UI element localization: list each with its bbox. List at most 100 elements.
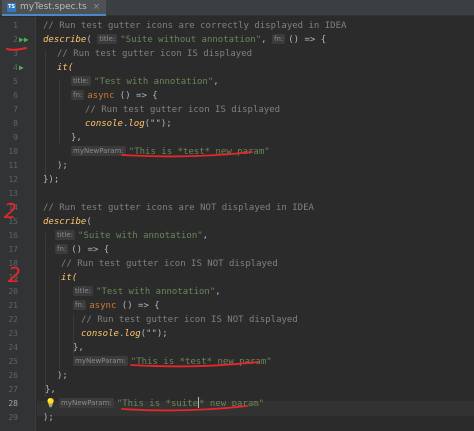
- indent-guide: [59, 275, 60, 369]
- code-line-28[interactable]: myNewParam: "This is *suite* new param": [59, 397, 264, 411]
- line-number: 10: [8, 147, 18, 156]
- editor-tab-bar: TS myTest.spec.ts ×: [0, 0, 474, 16]
- code-line-14[interactable]: // Run test gutter icons are NOT display…: [43, 201, 314, 215]
- run-test-icon[interactable]: ▶: [19, 62, 24, 74]
- line-number: 26: [8, 371, 18, 380]
- line-number: 7: [13, 105, 18, 114]
- closing-paren: );: [43, 413, 54, 423]
- code-line-7[interactable]: // Run test gutter icon IS displayed: [85, 103, 280, 117]
- param-hint-mynewparam: myNewParam:: [73, 356, 128, 366]
- line-number: 4: [13, 63, 18, 72]
- closing-brace: },: [45, 385, 56, 395]
- code-line-12[interactable]: });: [43, 173, 59, 187]
- indent-guide: [59, 79, 60, 143]
- describe-call: describe: [43, 35, 87, 45]
- log-method: log: [124, 329, 141, 339]
- param-hint-title: title:: [73, 286, 94, 296]
- line-number: 21: [8, 301, 18, 310]
- code-line-25[interactable]: myNewParam: "This is *test* new param": [73, 355, 272, 369]
- line-number: 14: [8, 203, 18, 212]
- line-number: 17: [8, 245, 18, 254]
- code-line-20[interactable]: title: "Test with annotation",: [73, 285, 221, 299]
- indent-guide: [45, 51, 46, 177]
- line-number: 15: [8, 217, 18, 226]
- string-literal: "Suite with annotation": [78, 231, 203, 241]
- paren: (: [86, 35, 92, 45]
- closing-paren: );: [57, 371, 68, 381]
- line-number: 1: [13, 21, 18, 30]
- closing-brace: },: [73, 343, 84, 353]
- code-line-24[interactable]: },: [73, 341, 84, 355]
- string-literal: "Test with annotation": [96, 287, 216, 297]
- string-literal: "This is *test* new param": [128, 147, 270, 157]
- describe-call: describe: [43, 217, 87, 227]
- closing-paren: );: [57, 161, 68, 171]
- log-method: log: [128, 119, 145, 129]
- line-number: 23: [8, 329, 18, 338]
- code-line-17[interactable]: fn:() => {: [55, 243, 109, 257]
- closing-brace: },: [71, 133, 82, 143]
- console-object: console: [81, 329, 119, 339]
- line-number: 12: [8, 175, 18, 184]
- line-number: 6: [13, 91, 18, 100]
- it-call: it(: [61, 273, 78, 283]
- param-hint-mynewparam: myNewParam:: [59, 398, 114, 408]
- line-number: 8: [13, 119, 18, 128]
- line-number: 29: [8, 413, 18, 422]
- keyword-async: async: [87, 91, 115, 101]
- code-line-29[interactable]: );: [43, 411, 54, 425]
- comment: // Run test gutter icons are correctly d…: [43, 21, 347, 31]
- lightbulb-icon[interactable]: 💡: [45, 397, 56, 411]
- code-line-16[interactable]: title: "Suite with annotation",: [55, 229, 208, 243]
- tab-mytest-spec[interactable]: TS myTest.spec.ts ×: [2, 0, 107, 16]
- param-hint-fn: fn:: [73, 300, 87, 310]
- line-number: 11: [8, 161, 18, 170]
- code-line-2[interactable]: describe( title: "Suite without annotatio…: [43, 33, 326, 47]
- close-icon[interactable]: ×: [93, 2, 101, 12]
- string-literal: "This is *suite: [116, 399, 199, 409]
- code-line-27[interactable]: },: [45, 383, 56, 397]
- code-line-4[interactable]: it(: [57, 61, 73, 75]
- line-number: 19: [8, 273, 18, 282]
- param-hint-title: title:: [55, 230, 76, 240]
- paren: (: [86, 217, 92, 227]
- param-hint-title: title:: [71, 76, 92, 86]
- keyword-async: async: [89, 301, 117, 311]
- string-literal: "Suite without annotation": [120, 35, 262, 45]
- param-hint-title: title:: [97, 34, 118, 44]
- indent-guide: [45, 233, 46, 397]
- comma: ,: [202, 231, 209, 241]
- code-line-21[interactable]: fn: async () => {: [73, 299, 160, 313]
- line-number: 28: [8, 399, 18, 408]
- line-number: 18: [8, 259, 18, 268]
- code-line-8[interactable]: console.log("");: [85, 117, 172, 131]
- code-line-22[interactable]: // Run test gutter icon IS NOT displayed: [81, 313, 298, 327]
- code-line-1[interactable]: // Run test gutter icons are correctly d…: [43, 19, 346, 33]
- code-line-19[interactable]: it(: [61, 271, 77, 285]
- string-literal: "Test with annotation": [94, 77, 214, 87]
- arrow-fn: () => {: [288, 35, 327, 45]
- line-number: 27: [8, 385, 18, 394]
- code-line-26[interactable]: );: [57, 369, 68, 383]
- call-args: ("");: [144, 119, 172, 129]
- code-line-15[interactable]: describe(: [43, 215, 92, 229]
- code-line-3[interactable]: // Run test gutter icon IS displayed: [57, 47, 252, 61]
- arrow-fn: () => {: [114, 91, 158, 101]
- typescript-file-icon: TS: [7, 2, 16, 12]
- code-line-23[interactable]: console.log("");: [81, 327, 168, 341]
- code-line-5[interactable]: title: "Test with annotation",: [71, 75, 219, 89]
- run-suite-icon[interactable]: ▶▶: [19, 34, 29, 46]
- code-line-10[interactable]: myNewParam: "This is *test* new param": [71, 145, 270, 159]
- comma: ,: [213, 77, 219, 87]
- code-line-11[interactable]: );: [57, 159, 68, 173]
- comment: // Run test gutter icon IS NOT displayed: [61, 259, 278, 269]
- code-line-18[interactable]: // Run test gutter icon IS NOT displayed: [61, 257, 278, 271]
- arrow-fn: () => {: [71, 245, 110, 255]
- comment: // Run test gutter icons are NOT display…: [43, 203, 314, 213]
- code-line-9[interactable]: },: [71, 131, 82, 145]
- param-hint-mynewparam: myNewParam:: [71, 146, 126, 156]
- string-literal: "This is *test* new param": [130, 357, 272, 367]
- code-line-6[interactable]: fn: async () => {: [71, 89, 158, 103]
- line-number: 16: [8, 231, 18, 240]
- code-editor[interactable]: // Run test gutter icons are correctly d…: [37, 17, 474, 431]
